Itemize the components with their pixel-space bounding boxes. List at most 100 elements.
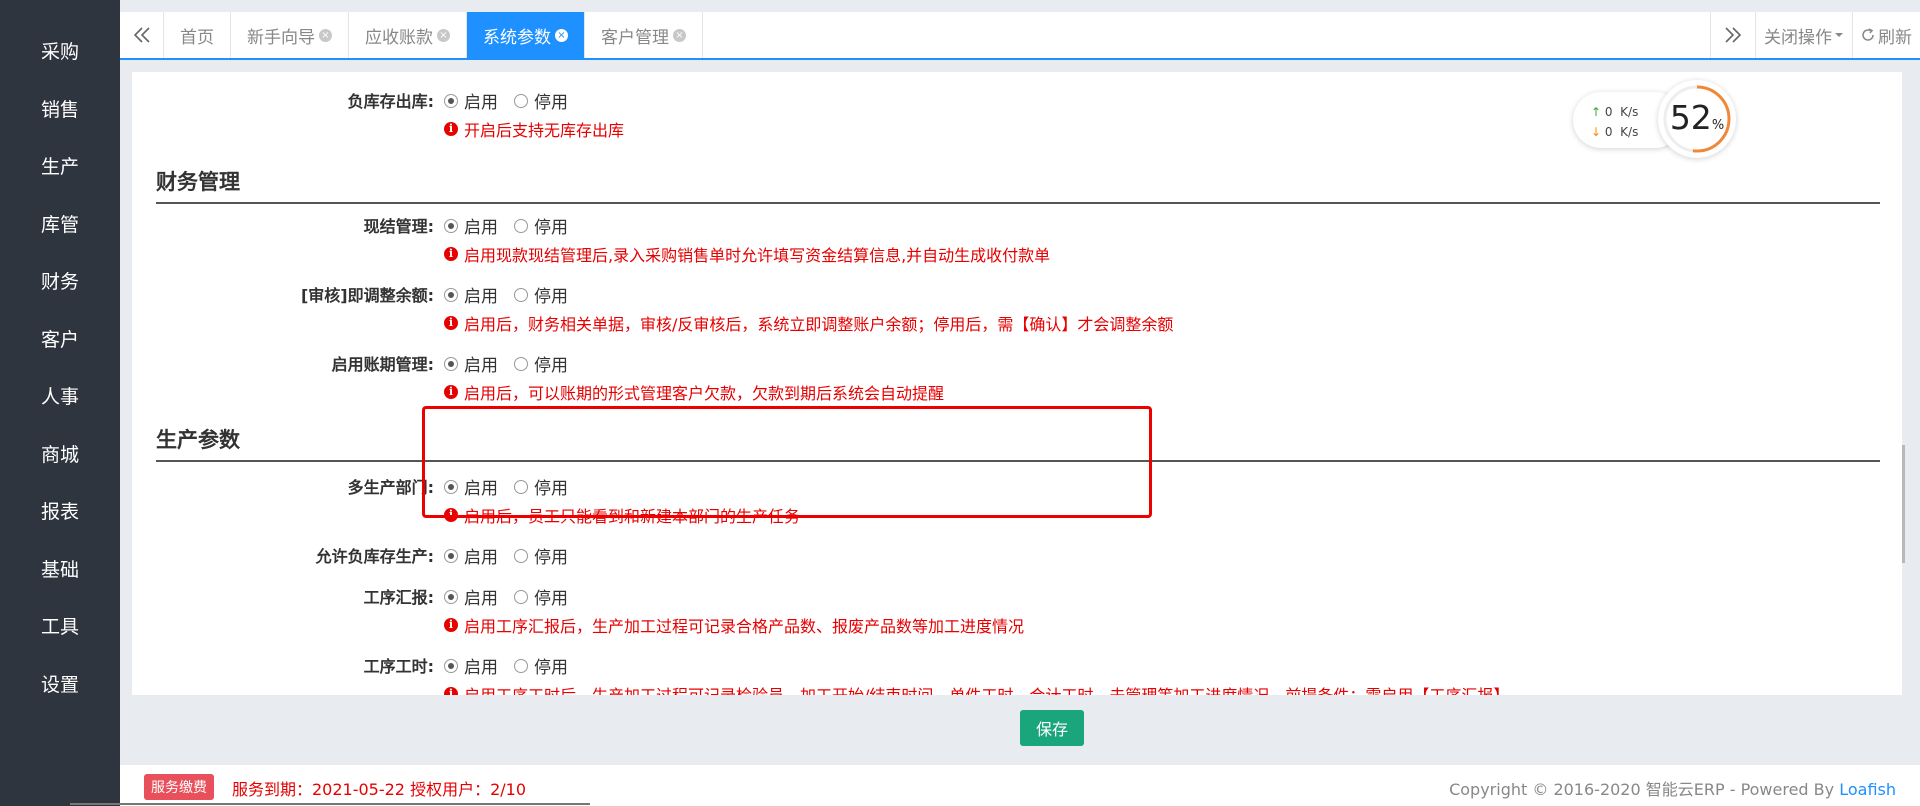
tip-text: 启用工序汇报后，生产加工过程可记录合格产品数、报废产品数等加工进度情况: [464, 617, 1025, 636]
refresh-button[interactable]: 刷新: [1852, 12, 1920, 58]
disable-radio[interactable]: 停用: [514, 351, 568, 376]
close-icon[interactable]: ×: [673, 28, 686, 42]
sidebar-item-hr[interactable]: 人事: [0, 367, 120, 425]
tab-bar-actions: 关闭操作 刷新: [1710, 12, 1920, 58]
close-icon[interactable]: ×: [319, 28, 332, 42]
sidebar-item-purchase[interactable]: 采购: [0, 22, 120, 80]
enable-radio[interactable]: 启用: [444, 88, 498, 113]
radio-unchecked-icon: [514, 287, 528, 302]
option-label: 启用: [464, 658, 498, 678]
tip-text: 启用后，财务相关单据，审核/反审核后，系统立即调整账户余额；停用后，需【确认】才…: [464, 315, 1174, 334]
memory-usage-gauge: 52%: [1658, 80, 1736, 158]
close-operations-label: 关闭操作: [1764, 27, 1832, 48]
radio-checked-icon: [444, 93, 458, 108]
setting-tip: i 启用工序汇报后，生产加工过程可记录合格产品数、报废产品数等加工进度情况: [444, 613, 1024, 637]
setting-options: 启用 停用: [444, 351, 584, 376]
tab-system-params[interactable]: 系统参数 ×: [467, 12, 585, 58]
info-icon: i: [444, 618, 458, 632]
disable-radio[interactable]: 停用: [514, 88, 568, 113]
disable-radio[interactable]: 停用: [514, 213, 568, 238]
radio-checked-icon: [444, 287, 458, 302]
close-icon[interactable]: ×: [555, 28, 568, 42]
refresh-icon: [1862, 28, 1874, 41]
double-chevron-left-icon[interactable]: [120, 12, 164, 58]
powered-by-link[interactable]: Loafish: [1839, 780, 1896, 799]
option-label: 启用: [464, 287, 498, 307]
tab-bar: 首页 新手向导 × 应收账款 × 系统参数 × 客户管理 × 关闭操作 刷新: [120, 12, 1920, 60]
setting-options: 启用 停用: [444, 584, 584, 609]
sidebar-list: 采购 销售 生产 库管 财务 客户 人事 商城 报表 基础 工具 设置: [0, 0, 120, 712]
enable-radio[interactable]: 启用: [444, 543, 498, 568]
sidebar-item-production[interactable]: 生产: [0, 137, 120, 195]
sidebar-item-sales[interactable]: 销售: [0, 80, 120, 138]
enable-radio[interactable]: 启用: [444, 282, 498, 307]
radio-checked-icon: [444, 658, 458, 673]
info-icon: i: [444, 687, 458, 695]
setting-label: 现结管理:: [363, 217, 434, 236]
sidebar-item-reports[interactable]: 报表: [0, 482, 120, 540]
sidebar-item-basics[interactable]: 基础: [0, 540, 120, 598]
tip-text: 启用后，可以账期的形式管理客户欠款，欠款到期后系统会自动提醒: [464, 384, 945, 403]
tab-label: 系统参数: [483, 27, 551, 48]
tab-receivables[interactable]: 应收账款 ×: [349, 12, 467, 58]
percent-sign: %: [1711, 118, 1725, 133]
upload-value: 0: [1604, 105, 1613, 119]
sidebar-item-warehouse[interactable]: 库管: [0, 195, 120, 253]
info-icon: i: [444, 385, 458, 399]
setting-options: 启用 停用: [444, 653, 584, 678]
option-label: 启用: [464, 589, 498, 609]
disable-radio[interactable]: 停用: [514, 584, 568, 609]
radio-unchecked-icon: [514, 93, 528, 108]
setting-tip: i 开启后支持无库存出库: [444, 117, 624, 141]
network-speed-widget[interactable]: ↑ 0 K/s ↓ 0 K/s 52%: [1573, 80, 1738, 158]
sidebar-item-tools[interactable]: 工具: [0, 597, 120, 655]
close-operations-button[interactable]: 关闭操作: [1755, 12, 1852, 58]
enable-radio[interactable]: 启用: [444, 584, 498, 609]
disable-radio[interactable]: 停用: [514, 653, 568, 678]
radio-unchecked-icon: [514, 548, 528, 563]
setting-label: [审核]即调整余额:: [300, 286, 434, 305]
save-button[interactable]: 保存: [1020, 710, 1084, 746]
sidebar-item-customer[interactable]: 客户: [0, 310, 120, 368]
double-chevron-right-icon[interactable]: [1710, 12, 1755, 58]
tab-label: 客户管理: [601, 27, 669, 48]
panel-scrollbar[interactable]: [1902, 445, 1905, 563]
info-icon: i: [444, 247, 458, 261]
option-label: 停用: [534, 548, 568, 568]
sidebar-item-finance[interactable]: 财务: [0, 252, 120, 310]
setting-label: 工序工时:: [363, 657, 434, 676]
option-label: 停用: [534, 218, 568, 238]
tab-customer-management[interactable]: 客户管理 ×: [585, 12, 703, 58]
tip-text: 开启后支持无库存出库: [464, 121, 625, 140]
download-unit: K/s: [1620, 125, 1639, 139]
enable-radio[interactable]: 启用: [444, 213, 498, 238]
sidebar-item-settings[interactable]: 设置: [0, 655, 120, 713]
option-label: 启用: [464, 356, 498, 376]
enable-radio[interactable]: 启用: [444, 653, 498, 678]
option-label: 停用: [534, 287, 568, 307]
refresh-label: 刷新: [1878, 27, 1912, 48]
setting-options: 启用 停用: [444, 282, 584, 307]
tab-beginner-guide[interactable]: 新手向导 ×: [231, 12, 349, 58]
service-payment-badge[interactable]: 服务缴费: [144, 774, 214, 800]
setting-tip: i 启用工序工时后，生产加工过程可记录检验员、加工开始/结束时间、单件工时、合计工…: [444, 682, 1509, 695]
setting-options: 启用 停用: [444, 213, 584, 238]
disable-radio[interactable]: 停用: [514, 282, 568, 307]
option-label: 停用: [534, 356, 568, 376]
system-params-panel[interactable]: 负库存出库: 启用 停用 i 开启后支持无库存出库 财务管理 现结管理: 启用 停…: [132, 72, 1902, 695]
download-value: 0: [1604, 125, 1613, 139]
enable-radio[interactable]: 启用: [444, 351, 498, 376]
arrow-up-icon: ↑: [1591, 105, 1602, 119]
close-icon[interactable]: ×: [437, 28, 450, 42]
sidebar: 采购 销售 生产 库管 财务 客户 人事 商城 报表 基础 工具 设置: [0, 0, 120, 806]
option-label: 启用: [464, 548, 498, 568]
tip-text: 启用工序工时后，生产加工过程可记录检验员、加工开始/结束时间、单件工时、合计工时…: [464, 682, 1509, 695]
option-label: 停用: [534, 589, 568, 609]
tab-label: 新手向导: [247, 27, 315, 48]
tab-home[interactable]: 首页: [164, 12, 231, 58]
highlight-box: [422, 406, 1152, 518]
disable-radio[interactable]: 停用: [514, 543, 568, 568]
service-expiry-info: 服务到期：2021-05-22 授权用户：2/10: [232, 780, 527, 799]
sidebar-item-mall[interactable]: 商城: [0, 425, 120, 483]
setting-label: 多生产部门:: [347, 478, 434, 497]
